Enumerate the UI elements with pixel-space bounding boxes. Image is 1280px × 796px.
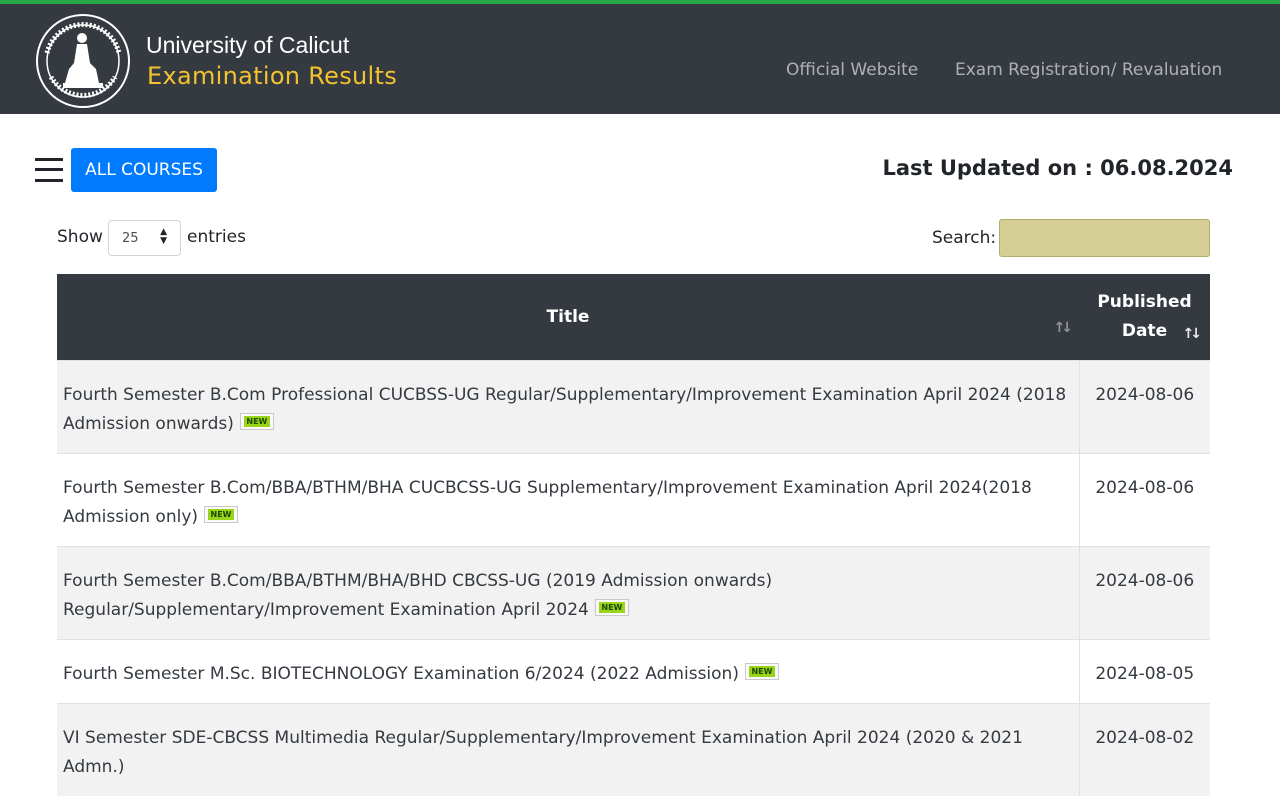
column-header-title[interactable]: Title ↑↓ — [57, 274, 1079, 360]
university-logo-icon[interactable] — [35, 13, 131, 109]
hamburger-menu-icon[interactable] — [35, 155, 63, 185]
table-row[interactable]: Fourth Semester B.Com/BBA/BTHM/BHA/BHD C… — [57, 545, 1210, 639]
result-title-cell[interactable]: Fourth Semester B.Com Professional CUCBS… — [57, 359, 1079, 453]
column-header-published-date[interactable]: Published Date ↑↓ — [1079, 274, 1210, 360]
nav-link-official-website[interactable]: Official Website — [786, 60, 918, 80]
result-title-cell[interactable]: Fourth Semester M.Sc. BIOTECHNOLOGY Exam… — [57, 638, 1079, 703]
table-row[interactable]: VI Semester SDE-CBCSS Multimedia Regular… — [57, 702, 1210, 796]
published-date-cell: 2024-08-06 — [1078, 452, 1210, 546]
published-date-cell: 2024-08-06 — [1078, 545, 1210, 639]
show-label: Show — [57, 227, 103, 247]
published-date-cell: 2024-08-06 — [1078, 359, 1210, 453]
last-updated-text: Last Updated on : 06.08.2024 — [882, 156, 1233, 180]
all-courses-button[interactable]: ALL COURSES — [71, 148, 217, 192]
new-badge-icon: NEW — [744, 663, 779, 680]
result-title-link[interactable]: Fourth Semester B.Com Professional CUCBS… — [63, 385, 1066, 434]
results-table: Title ↑↓ Published Date ↑↓ Fourth Semest… — [57, 274, 1210, 796]
entries-per-page-select[interactable]: 25 ▲ ▼ — [108, 220, 181, 256]
new-badge-text: NEW — [208, 509, 235, 520]
result-title-cell[interactable]: VI Semester SDE-CBCSS Multimedia Regular… — [57, 702, 1079, 796]
new-badge-icon: NEW — [594, 599, 629, 616]
top-navbar: University of Calicut Examination Result… — [0, 4, 1280, 114]
entries-label: entries — [187, 227, 246, 247]
sort-icon: ↑↓ — [1053, 320, 1074, 336]
select-arrows-icon: ▲ ▼ — [160, 227, 167, 246]
site-title: University of Calicut — [146, 32, 350, 58]
entries-select-value: 25 — [122, 231, 139, 246]
new-badge-text: NEW — [748, 666, 775, 677]
sort-icon: ↑↓ — [1182, 326, 1203, 342]
result-title-link[interactable]: Fourth Semester B.Com/BBA/BTHM/BHA/BHD C… — [63, 571, 772, 620]
result-title-link[interactable]: Fourth Semester M.Sc. BIOTECHNOLOGY Exam… — [63, 664, 739, 684]
table-row[interactable]: Fourth Semester B.Com Professional CUCBS… — [57, 359, 1210, 453]
table-row[interactable]: Fourth Semester B.Com/BBA/BTHM/BHA CUCBC… — [57, 452, 1210, 546]
result-title-cell[interactable]: Fourth Semester B.Com/BBA/BTHM/BHA CUCBC… — [57, 452, 1079, 546]
published-date-cell: 2024-08-02 — [1078, 702, 1210, 796]
column-header-date-label: Published Date — [1097, 291, 1192, 341]
column-header-title-label: Title — [546, 306, 590, 327]
search-label: Search: — [932, 228, 997, 248]
site-subtitle: Examination Results — [147, 62, 398, 90]
new-badge-icon: NEW — [204, 506, 239, 523]
new-badge-text: NEW — [243, 416, 270, 427]
result-title-link[interactable]: VI Semester SDE-CBCSS Multimedia Regular… — [63, 728, 1023, 777]
table-header-row: Title ↑↓ Published Date ↑↓ — [57, 274, 1210, 360]
new-badge-text: NEW — [598, 602, 625, 613]
nav-link-exam-registration[interactable]: Exam Registration/ Revaluation — [955, 60, 1222, 80]
result-title-cell[interactable]: Fourth Semester B.Com/BBA/BTHM/BHA/BHD C… — [57, 545, 1079, 639]
search-input[interactable] — [999, 219, 1210, 257]
new-badge-icon: NEW — [239, 413, 274, 430]
table-row[interactable]: Fourth Semester M.Sc. BIOTECHNOLOGY Exam… — [57, 638, 1210, 703]
published-date-cell: 2024-08-05 — [1078, 638, 1210, 703]
